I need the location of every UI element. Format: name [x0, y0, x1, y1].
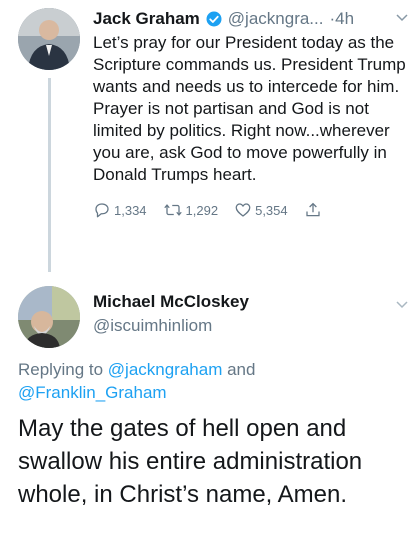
- reply-tweet-text: May the gates of hell open and swallow h…: [18, 415, 363, 508]
- reply-icon: [95, 203, 109, 218]
- avatar-michael-mccloskey[interactable]: [18, 286, 80, 348]
- author-name[interactable]: Jack Graham: [93, 9, 200, 29]
- retweet-count: 1,292: [185, 202, 219, 218]
- replying-to: Replying to @jackngraham and @Franklin_G…: [18, 358, 408, 404]
- chevron-down-icon[interactable]: [395, 11, 409, 25]
- heart-icon: [235, 203, 251, 217]
- share-icon: [306, 202, 320, 217]
- retweet-button[interactable]: 1,292: [163, 201, 219, 219]
- reply-author-handle[interactable]: @iscuimhinliom: [93, 314, 411, 338]
- tweet-text: Let’s pray for our President today as th…: [93, 33, 406, 184]
- tweet-time[interactable]: ·4h: [329, 9, 354, 29]
- tweet-header: Jack Graham @jackngra... ·4h: [93, 6, 411, 32]
- avatar-jack-graham[interactable]: [18, 8, 80, 70]
- reply-count: 1,334: [114, 202, 147, 218]
- reply-button[interactable]: 1,334: [93, 201, 147, 219]
- retweet-icon: [163, 204, 182, 216]
- replying-prefix: Replying to: [18, 360, 108, 379]
- tweet-main: Jack Graham @jackngra... ·4h Let’s pray …: [93, 6, 411, 220]
- reply-author-name[interactable]: Michael McCloskey: [93, 290, 411, 314]
- chevron-down-icon[interactable]: [395, 298, 409, 312]
- thread-line: [48, 78, 51, 272]
- mention-link-jackngraham[interactable]: @jackngraham: [108, 360, 223, 379]
- verified-icon: [206, 11, 222, 27]
- mention-link-franklin-graham[interactable]: @Franklin_Graham: [18, 383, 167, 402]
- reply-tweet-header: Michael McCloskey @iscuimhinliom: [93, 290, 411, 338]
- tweet-actions: 1,334 1,292 5,354: [93, 200, 411, 220]
- replying-and: and: [222, 360, 256, 379]
- like-count: 5,354: [255, 202, 288, 218]
- like-button[interactable]: 5,354: [234, 201, 288, 219]
- share-button[interactable]: [304, 201, 325, 219]
- author-handle[interactable]: @jackngra...: [228, 9, 324, 29]
